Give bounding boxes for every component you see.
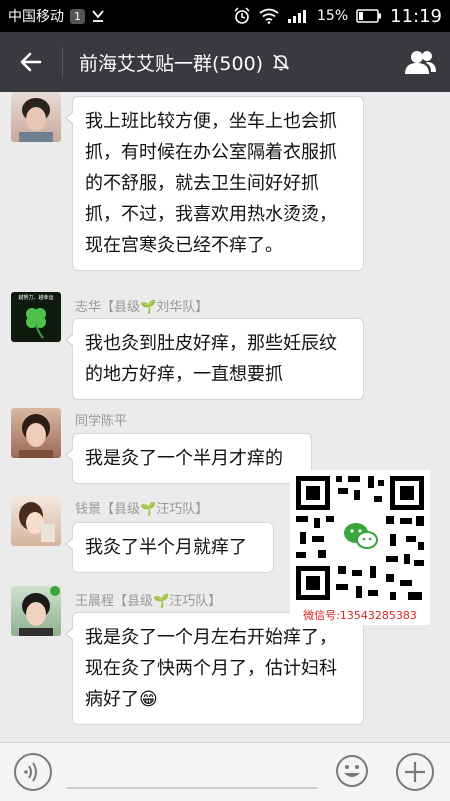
battery-percent: 15% [317,8,349,24]
message-bubble[interactable]: 我是灸了一个半月才痒的 [65,433,312,484]
sender-name: 钱景【县级🌱汪巧队】 [75,502,209,517]
plus-icon [405,762,425,782]
group-info-button[interactable] [390,32,450,92]
sprout-icon: 🌱 [140,502,157,517]
title-divider [62,47,63,77]
download-check-icon [92,10,104,22]
clover-icon [26,308,46,339]
bell-off-icon [272,54,290,71]
message-bubble[interactable]: 我也灸到肚皮好痒，那些妊辰纹的地方好痒，一直想要抓 [65,318,364,400]
voice-icon [24,762,37,782]
clock: 11:19 [390,5,442,27]
alarm-icon [234,7,250,24]
message-bubble[interactable]: 我上班比较方便，坐车上也会抓抓，有时候在办公室隔着衣服抓的不舒服，就去卫生间好好… [65,96,364,271]
more-button[interactable] [396,753,434,791]
chat-area[interactable]: 我上班比较方便，坐车上也会抓抓，有时候在办公室隔着衣服抓的不舒服，就去卫生间好好… [0,92,450,742]
status-bar: 中国移动 1 15% 11:19 [0,0,450,32]
sender-name: 王晨程【县级🌱汪巧队】 [75,594,222,609]
sprout-icon: 🌱 [153,594,170,609]
emoji-icon [336,755,368,787]
sender-name: 同学陈平 [75,414,128,429]
qr-caption: 微信号:13543285383 [303,609,417,622]
wifi-icon [259,8,279,24]
avatar-photo-icon [19,98,53,142]
back-button[interactable] [0,32,62,92]
avatar[interactable] [11,496,61,546]
message-bubble[interactable]: 我是灸了一个月左右开始痒了，现在灸了快两个月了，估计妇科病好了😁 [65,612,364,725]
qr-code-overlay: 微信号:13543285383 [290,470,430,625]
input-bar [0,742,450,801]
avatar[interactable] [11,408,61,458]
sim-slot-badge: 1 [70,8,85,24]
avatar[interactable] [11,92,61,142]
avatar[interactable] [11,586,61,636]
emoji-button[interactable] [334,753,370,789]
voice-button[interactable] [14,753,52,791]
message-input[interactable] [66,787,318,789]
avatar-photo-icon [19,414,53,458]
signal-icon [288,10,306,23]
qr-code-icon [290,470,430,606]
sender-name: 志华【县级🌱刘华队】 [75,300,209,315]
message-bubble[interactable]: 我灸了半个月就痒了 [65,522,274,573]
arrow-left-icon [20,52,42,72]
battery-icon [356,9,382,23]
carrier-label: 中国移动 [8,9,64,25]
avatar-photo-icon [19,586,60,636]
people-icon [405,51,436,74]
avatar[interactable]: 越努力，越幸运 [11,292,61,342]
title-bar: 前海艾艾贴一群(500) [0,32,450,92]
chat-title: 前海艾艾贴一群(500) [79,52,264,75]
avatar-photo-icon [19,502,55,542]
sprout-icon: 🌱 [140,300,157,315]
